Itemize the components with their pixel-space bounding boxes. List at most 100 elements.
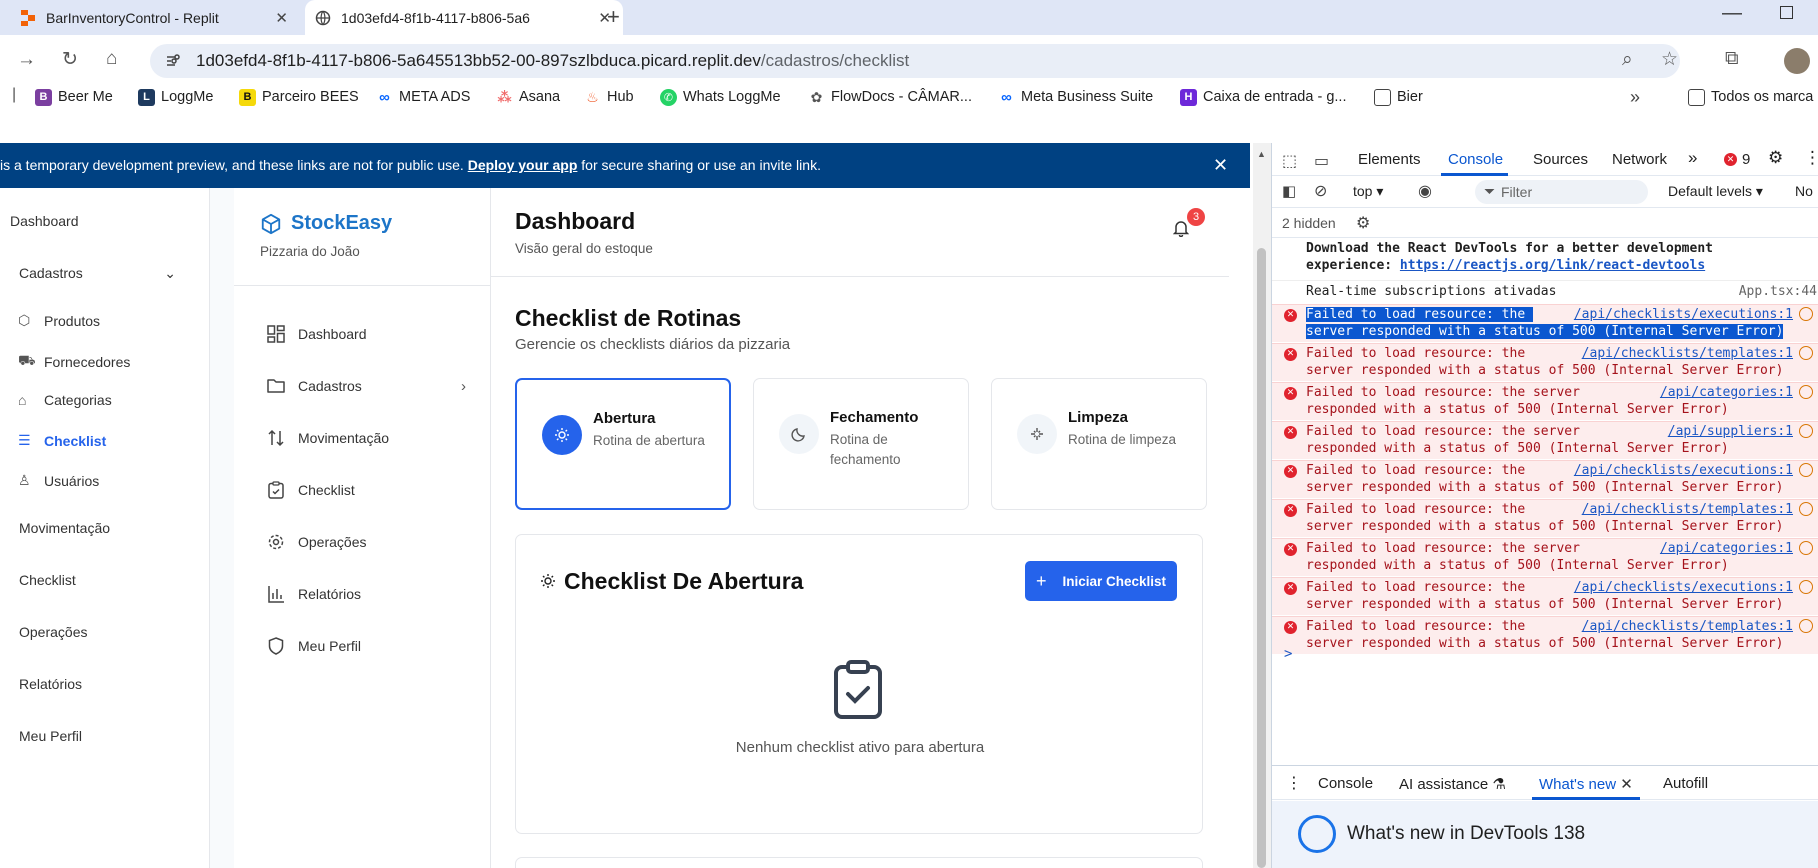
outer-nav-usuarios[interactable]: ♙ Usuários (18, 472, 99, 489)
device-toolbar-icon[interactable]: ▭ (1314, 151, 1329, 171)
more-bookmarks-icon[interactable]: » (1630, 87, 1640, 108)
react-devtools-link[interactable]: https://reactjs.org/link/react-devtools (1400, 258, 1705, 273)
nav-relatorios[interactable]: Relatórios (266, 584, 466, 604)
console-error-row[interactable]: ✕ Failed to load resource: the /api/check… (1272, 577, 1818, 615)
network-request-icon[interactable] (1799, 463, 1813, 477)
bookmark-asana[interactable]: ⁂ Asana (496, 88, 560, 106)
nav-checklist[interactable]: Checklist (266, 480, 466, 500)
drawer-tab-autofill[interactable]: Autofill (1663, 775, 1708, 792)
drawer-tab-ai-assistance[interactable]: AI assistance ⚗ (1399, 775, 1506, 793)
drawer-tab-whats-new[interactable]: What's new ✕ (1539, 775, 1633, 793)
console-error-row[interactable]: ✕ Failed to load resource: the /api/check… (1272, 460, 1818, 498)
tab-console[interactable]: Console (1448, 151, 1503, 168)
tab-sources[interactable]: Sources (1533, 151, 1588, 168)
close-icon[interactable]: ✕ (1620, 776, 1633, 793)
sidebar-toggle-icon[interactable]: ◧ (1282, 182, 1296, 200)
site-info-icon[interactable] (164, 52, 182, 70)
nav-operacoes[interactable]: Operações (266, 532, 466, 552)
reload-icon[interactable]: ↻ (62, 48, 78, 71)
error-counter[interactable]: ✕ 9 (1724, 151, 1750, 168)
bell-icon[interactable] (1173, 220, 1189, 237)
routine-card-limpeza[interactable]: Limpeza Rotina de limpeza (991, 378, 1207, 510)
outer-nav-operacoes[interactable]: Operações (0, 624, 87, 640)
resource-link[interactable]: /api/checklists/executions:1 (1574, 579, 1793, 597)
network-request-icon[interactable] (1799, 385, 1813, 399)
outer-nav-relatorios[interactable]: Relatórios (0, 676, 82, 692)
outer-nav-checklist-active[interactable]: ☰ Checklist (18, 432, 106, 449)
tab-replit[interactable]: BarInventoryControl - Replit ✕ (10, 0, 300, 35)
resource-link[interactable]: /api/checklists/executions:1 (1574, 462, 1793, 480)
network-request-icon[interactable] (1799, 502, 1813, 516)
bookmark-star-icon[interactable]: ☆ (1661, 48, 1678, 71)
bookmark-whats-loggme[interactable]: ✆ Whats LoggMe (660, 88, 781, 106)
kebab-menu-icon[interactable]: ⋮ (1286, 773, 1302, 793)
issues-label[interactable]: No (1795, 183, 1813, 199)
console-error-row[interactable]: ✕ Failed to load resource: the /api/check… (1272, 616, 1818, 654)
close-tab-icon[interactable]: ✕ (275, 9, 288, 27)
inspect-icon[interactable]: ⬚ (1282, 151, 1297, 171)
network-request-icon[interactable] (1799, 580, 1813, 594)
console-error-row[interactable]: ✕ Failed to load resource: the server/api… (1272, 421, 1818, 459)
context-select[interactable]: top ▾ (1353, 183, 1383, 200)
page-scrollbar[interactable]: ▲ (1253, 143, 1271, 868)
bookmark-all[interactable]: Todos os marca (1688, 88, 1813, 106)
outer-nav-movimentacao[interactable]: Movimentação (0, 520, 110, 536)
settings-icon[interactable]: ⚙ (1356, 213, 1370, 233)
routine-card-fechamento[interactable]: Fechamento Rotina de fechamento (753, 378, 969, 510)
resource-link[interactable]: /api/checklists/templates:1 (1582, 618, 1793, 636)
forward-icon[interactable]: → (17, 49, 36, 71)
bookmark-hub[interactable]: ♨ Hub (584, 88, 634, 106)
scroll-up-icon[interactable]: ▲ (1257, 149, 1266, 159)
network-request-icon[interactable] (1799, 346, 1813, 360)
console-error-row[interactable]: ✕ Failed to load resource: the /api/check… (1272, 499, 1818, 537)
extensions-icon[interactable]: ⧉ (1725, 48, 1739, 70)
nav-movimentacao[interactable]: Movimentação (266, 428, 466, 448)
bookmark-flowdocs[interactable]: ✿ FlowDocs - CÂMAR... (808, 88, 972, 106)
address-bar[interactable]: 1d03efd4-8f1b-4117-b806-5a645513bb52-00-… (150, 44, 1680, 78)
log-levels-select[interactable]: Default levels ▾ (1668, 183, 1763, 200)
zoom-icon[interactable]: ⌕ (1622, 49, 1633, 71)
network-request-icon[interactable] (1799, 424, 1813, 438)
console-error-row[interactable]: ✕ Failed to load resource: the /api/check… (1272, 304, 1818, 342)
kebab-menu-icon[interactable]: ⋮ (1804, 148, 1818, 168)
close-icon[interactable]: ✕ (1213, 155, 1228, 176)
outer-nav-categorias[interactable]: ⌂ Categorias (18, 392, 112, 408)
new-tab-button[interactable]: + (607, 4, 620, 30)
bookmark-bees[interactable]: B Parceiro BEES (239, 88, 359, 106)
outer-nav-checklist[interactable]: Checklist (0, 572, 76, 588)
sidebar-toggle-icon[interactable]: | (12, 86, 16, 104)
bookmark-caixa[interactable]: H Caixa de entrada - g... (1180, 88, 1346, 106)
more-tabs-icon[interactable]: » (1688, 148, 1697, 168)
bookmark-beer-me[interactable]: B Beer Me (35, 88, 113, 106)
start-checklist-button[interactable]: + Iniciar Checklist (1025, 561, 1177, 601)
eye-icon[interactable]: ◉ (1418, 181, 1432, 201)
outer-nav-cadastros[interactable]: Cadastros ⌄ (0, 265, 180, 282)
maximize-button[interactable] (1780, 6, 1793, 19)
resource-link[interactable]: /api/categories:1 (1660, 540, 1793, 558)
tab-network[interactable]: Network (1612, 151, 1667, 168)
network-request-icon[interactable] (1799, 307, 1813, 321)
drawer-tab-console[interactable]: Console (1318, 775, 1373, 792)
outer-nav-produtos[interactable]: ⬡ Produtos (18, 312, 100, 329)
network-request-icon[interactable] (1799, 541, 1813, 555)
home-icon[interactable]: ⌂ (106, 48, 117, 70)
resource-link[interactable]: /api/checklists/executions:1 (1574, 306, 1793, 324)
resource-link[interactable]: /api/suppliers:1 (1668, 423, 1793, 441)
outer-nav-meu-perfil[interactable]: Meu Perfil (0, 728, 82, 744)
minimize-button[interactable]: — (1722, 2, 1742, 25)
console-error-row[interactable]: ✕ Failed to load resource: the server/api… (1272, 382, 1818, 420)
network-request-icon[interactable] (1799, 619, 1813, 633)
resource-link[interactable]: /api/categories:1 (1660, 384, 1793, 402)
console-error-row[interactable]: ✕ Failed to load resource: the /api/check… (1272, 343, 1818, 381)
scroll-thumb[interactable] (1257, 248, 1266, 868)
nav-meu-perfil[interactable]: Meu Perfil (266, 636, 466, 656)
outer-nav-fornecedores[interactable]: ⛟ Fornecedores (18, 352, 130, 371)
tab-preview[interactable]: 1d03efd4-8f1b-4117-b806-5a6 ✕ (305, 0, 623, 35)
bookmark-bier[interactable]: Bier (1374, 88, 1423, 106)
routine-card-abertura[interactable]: Abertura Rotina de abertura (515, 378, 731, 510)
nav-cadastros[interactable]: Cadastros › (266, 376, 466, 396)
bookmark-meta-business[interactable]: ∞ Meta Business Suite (998, 88, 1153, 106)
source-link[interactable]: App.tsx:44 (1739, 283, 1817, 301)
console-prompt[interactable]: > (1284, 646, 1292, 662)
settings-icon[interactable]: ⚙ (1768, 148, 1783, 168)
